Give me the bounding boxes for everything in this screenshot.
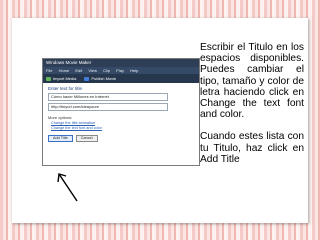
menu-item-view[interactable]: View	[88, 68, 97, 73]
instruction-text: Escribir el Titulo en los espacios dispo…	[200, 42, 304, 176]
publish-movie-label: Publish Movie	[91, 76, 117, 81]
movie-maker-screenshot: Windows Movie Maker File Home Edit View …	[42, 58, 200, 166]
add-title-button[interactable]: Add Title	[48, 135, 73, 142]
instruction-paragraph-2: Cuando estes lista con tu Titulo, haz cl…	[200, 131, 304, 165]
menu-item-play[interactable]: Play	[116, 68, 124, 73]
slide: Windows Movie Maker File Home Edit View …	[12, 18, 308, 223]
pointer-arrow-icon	[57, 173, 78, 202]
subtitle-text-input[interactable]: http://tinyurl.com/ideayoure	[48, 103, 168, 111]
menu-item-home[interactable]: Home	[59, 68, 70, 73]
menu-item-edit[interactable]: Edit	[75, 68, 82, 73]
pane-title: Enter text for title	[48, 86, 83, 91]
menu-item-help[interactable]: Help	[130, 68, 138, 73]
title-pane: Enter text for title Cómo hacer Millones…	[43, 83, 199, 145]
change-font-link[interactable]: Change the text font and color	[51, 126, 194, 130]
window-titlebar: Windows Movie Maker	[43, 59, 199, 67]
button-row: Add Title Cancel	[48, 135, 194, 142]
import-icon	[46, 76, 51, 81]
change-animation-link[interactable]: Change the title animation	[51, 121, 194, 125]
import-media-button[interactable]: Import Media	[46, 74, 76, 83]
menu-item-file[interactable]: File	[46, 68, 52, 73]
toolbar: Import Media Publish Movie	[43, 74, 199, 83]
cancel-button[interactable]: Cancel	[75, 135, 98, 142]
window-title: Windows Movie Maker	[46, 60, 92, 65]
menu-item-clip[interactable]: Clip	[103, 68, 110, 73]
more-options-label: More options:	[48, 115, 73, 120]
menu-bar: File Home Edit View Clip Play Help	[43, 67, 199, 74]
title-text-input[interactable]: Cómo hacer Millones en Internet	[48, 93, 168, 101]
publish-icon	[84, 76, 90, 81]
publish-movie-button[interactable]: Publish Movie	[84, 74, 116, 83]
instruction-paragraph-1: Escribir el Titulo en los espacios dispo…	[200, 42, 304, 121]
import-media-label: Import Media	[53, 76, 77, 81]
